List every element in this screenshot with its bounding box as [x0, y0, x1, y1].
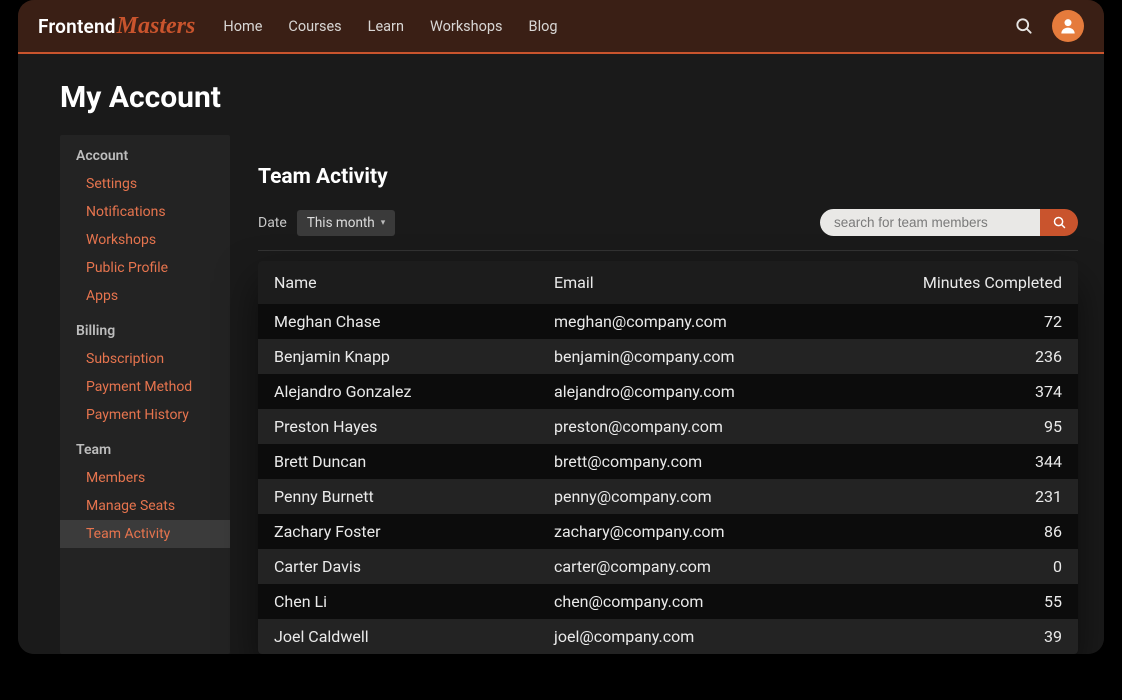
- cell-name: Alejandro Gonzalez: [274, 382, 554, 401]
- page-title: My Account: [18, 80, 1104, 135]
- table-row: Preston Hayespreston@company.com95: [258, 409, 1078, 444]
- nav-links: Home Courses Learn Workshops Blog: [223, 18, 557, 35]
- table-row: Penny Burnettpenny@company.com231: [258, 479, 1078, 514]
- user-icon: [1058, 16, 1078, 36]
- cell-name: Brett Duncan: [274, 452, 554, 471]
- cell-email: zachary@company.com: [554, 522, 862, 541]
- topbar-actions: [1014, 10, 1084, 42]
- sidebar-item[interactable]: Notifications: [60, 198, 230, 226]
- col-name: Name: [274, 273, 554, 292]
- table-header: Name Email Minutes Completed: [258, 261, 1078, 304]
- sidebar-item[interactable]: Settings: [60, 170, 230, 198]
- nav-learn[interactable]: Learn: [368, 18, 404, 35]
- cell-minutes: 55: [862, 592, 1062, 611]
- sidebar-item[interactable]: Apps: [60, 282, 230, 310]
- cell-name: Benjamin Knapp: [274, 347, 554, 366]
- cell-email: benjamin@company.com: [554, 347, 862, 366]
- columns: AccountSettingsNotificationsWorkshopsPub…: [18, 135, 1104, 654]
- col-minutes: Minutes Completed: [862, 273, 1062, 292]
- cell-email: penny@company.com: [554, 487, 862, 506]
- avatar[interactable]: [1052, 10, 1084, 42]
- date-value: This month: [307, 215, 375, 231]
- section-title: Team Activity: [258, 165, 1078, 189]
- cell-minutes: 39: [862, 627, 1062, 646]
- search-group: [820, 209, 1078, 236]
- cell-name: Chen Li: [274, 592, 554, 611]
- cell-minutes: 72: [862, 312, 1062, 331]
- divider: [258, 250, 1078, 251]
- nav-home[interactable]: Home: [223, 18, 262, 35]
- filter-row: Date This month ▾: [258, 209, 1078, 236]
- cell-name: Meghan Chase: [274, 312, 554, 331]
- table-card: Name Email Minutes Completed Meghan Chas…: [258, 261, 1078, 654]
- nav-workshops[interactable]: Workshops: [430, 18, 503, 35]
- search-submit-button[interactable]: [1040, 209, 1078, 236]
- sidebar-item[interactable]: Payment History: [60, 401, 230, 429]
- cell-email: joel@company.com: [554, 627, 862, 646]
- cell-minutes: 86: [862, 522, 1062, 541]
- sidebar-item[interactable]: Public Profile: [60, 254, 230, 282]
- cell-email: chen@company.com: [554, 592, 862, 611]
- main: Team Activity Date This month ▾: [244, 135, 1104, 654]
- cell-name: Zachary Foster: [274, 522, 554, 541]
- brand-masters: Masters: [117, 13, 196, 40]
- table-row: Meghan Chasemeghan@company.com72: [258, 304, 1078, 339]
- sidebar-item[interactable]: Workshops: [60, 226, 230, 254]
- sidebar: AccountSettingsNotificationsWorkshopsPub…: [60, 135, 230, 654]
- cell-minutes: 236: [862, 347, 1062, 366]
- cell-name: Penny Burnett: [274, 487, 554, 506]
- search-input[interactable]: [820, 209, 1040, 236]
- cell-email: brett@company.com: [554, 452, 862, 471]
- table-row: Alejandro Gonzalezalejandro@company.com3…: [258, 374, 1078, 409]
- cell-name: Preston Hayes: [274, 417, 554, 436]
- brand-front: Frontend: [38, 15, 116, 38]
- table-row: Carter Daviscarter@company.com0: [258, 549, 1078, 584]
- sidebar-group-label: Account: [60, 135, 230, 170]
- table-row: Joel Caldwelljoel@company.com39: [258, 619, 1078, 654]
- nav-courses[interactable]: Courses: [288, 18, 341, 35]
- sidebar-item[interactable]: Manage Seats: [60, 492, 230, 520]
- sidebar-item[interactable]: Subscription: [60, 345, 230, 373]
- cell-email: alejandro@company.com: [554, 382, 862, 401]
- table-row: Brett Duncanbrett@company.com344: [258, 444, 1078, 479]
- cell-minutes: 0: [862, 557, 1062, 576]
- table-row: Zachary Fosterzachary@company.com86: [258, 514, 1078, 549]
- date-label: Date: [258, 215, 287, 231]
- search-icon: [1052, 215, 1067, 230]
- brand-logo[interactable]: Frontend Masters: [38, 13, 195, 40]
- sidebar-group-label: Team: [60, 429, 230, 464]
- col-email: Email: [554, 273, 862, 292]
- date-select[interactable]: This month ▾: [297, 210, 395, 236]
- sidebar-item[interactable]: Team Activity: [60, 520, 230, 548]
- content-wrap: My Account AccountSettingsNotificationsW…: [18, 54, 1104, 654]
- cell-email: meghan@company.com: [554, 312, 862, 331]
- cell-minutes: 374: [862, 382, 1062, 401]
- table-body: Meghan Chasemeghan@company.com72Benjamin…: [258, 304, 1078, 654]
- cell-minutes: 231: [862, 487, 1062, 506]
- sidebar-item[interactable]: Members: [60, 464, 230, 492]
- cell-minutes: 95: [862, 417, 1062, 436]
- table-row: Benjamin Knappbenjamin@company.com236: [258, 339, 1078, 374]
- cell-email: carter@company.com: [554, 557, 862, 576]
- search-icon[interactable]: [1014, 16, 1034, 36]
- cell-name: Joel Caldwell: [274, 627, 554, 646]
- cell-minutes: 344: [862, 452, 1062, 471]
- table-row: Chen Lichen@company.com55: [258, 584, 1078, 619]
- app-frame: Frontend Masters Home Courses Learn Work…: [18, 0, 1104, 654]
- cell-name: Carter Davis: [274, 557, 554, 576]
- sidebar-item[interactable]: Payment Method: [60, 373, 230, 401]
- sidebar-group-label: Billing: [60, 310, 230, 345]
- cell-email: preston@company.com: [554, 417, 862, 436]
- nav-blog[interactable]: Blog: [529, 18, 558, 35]
- chevron-down-icon: ▾: [381, 218, 386, 228]
- topbar: Frontend Masters Home Courses Learn Work…: [18, 0, 1104, 54]
- date-filter: Date This month ▾: [258, 210, 395, 236]
